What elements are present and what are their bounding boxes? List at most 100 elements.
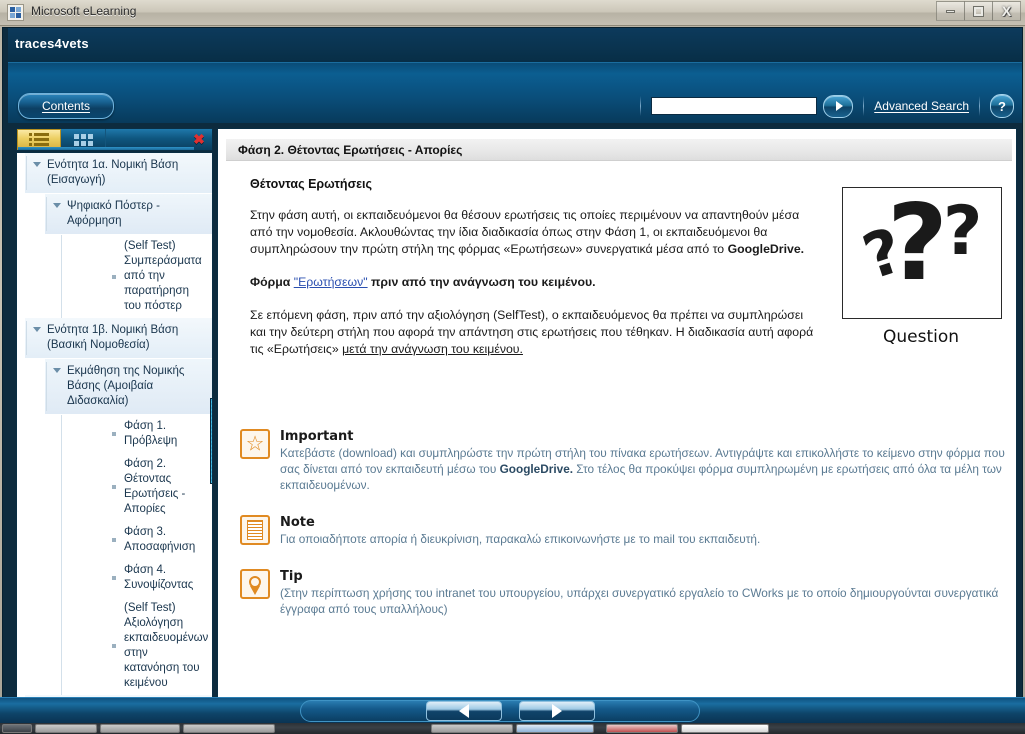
sidebar-progress-bar <box>18 147 194 150</box>
erotiseon-form-link[interactable]: "Ερωτήσεων" <box>294 275 368 289</box>
callout-body: Important Κατεβάστε (download) και συμπλη… <box>280 429 1010 493</box>
content-title-bar: Φάση 2. Θέτοντας Ερωτήσεις - Απορίες <box>226 139 1012 161</box>
callout-body: Note Για οποιαδήποτε απορία ή διευκρίνιση… <box>280 515 1010 547</box>
elearning-window: traces4vets Contents Advanced Search ? ✖… <box>2 27 1023 715</box>
paragraph-2-suffix: πριν από την ανάγνωση του κειμένου. <box>367 275 596 289</box>
search-submit-button[interactable] <box>823 94 854 118</box>
sidebar-tree-item-label: Ενότητα 1β. Νομική Βάση (Βασική Νομοθεσί… <box>47 324 179 351</box>
search-input[interactable] <box>651 97 818 115</box>
chevron-down-icon <box>33 162 41 167</box>
minimize-button[interactable] <box>936 1 965 21</box>
sidebar-tree-item[interactable]: Φάση 2. Θέτοντας Ερωτήσεις - Απορίες <box>106 453 212 521</box>
os-taskbar <box>0 723 1025 734</box>
sidebar-tree-item-label: Φάση 2. Θέτοντας Ερωτήσεις - Απορίες <box>124 458 186 515</box>
divider <box>863 96 865 116</box>
taskbar-gap <box>278 724 428 733</box>
paragraph-3: Σε επόμενη φάση, πριν από την αξιολόγηση… <box>250 307 815 358</box>
sidebar-tree-item-label: Φάση 3. Αποσαφήνιση <box>124 526 196 553</box>
tree-scrollbar-thumb[interactable] <box>210 398 212 484</box>
question-mark-large-icon: ? <box>887 187 948 304</box>
previous-page-button[interactable] <box>426 701 502 721</box>
paragraph-2: Φόρμα "Ερωτήσεων" πριν από την ανάγνωση … <box>250 274 815 291</box>
sidebar-tree-item[interactable]: Ενότητα 1α. Νομική Βάση (Εισαγωγή) <box>25 153 212 194</box>
question-image-caption: Question <box>882 327 960 347</box>
callout-title: Tip <box>280 569 303 584</box>
sidebar-tree-item[interactable]: Ψηφιακό Πόστερ - Αφόρμηση <box>45 194 212 235</box>
app-toolbar: Contents Advanced Search ? <box>8 62 1022 123</box>
lightbulb-stem-icon <box>250 586 260 595</box>
taskbar-item[interactable] <box>516 724 594 733</box>
callout-text: Για οποιαδήποτε απορία ή διευκρίνιση, πα… <box>280 531 1010 547</box>
paragraph-2-prefix: Φόρμα <box>250 275 294 289</box>
sidebar-tree-item[interactable]: Εκμάθηση της Νομικής Βάσης (Αμοιβαία Διδ… <box>45 359 212 415</box>
sidebar-tree-item-label: (Self Test) Συμπεράσματα από την παρατήρ… <box>124 240 202 312</box>
bullet-icon <box>112 274 116 279</box>
callout-note: Note Για οποιαδήποτε απορία ή διευκρίνιση… <box>240 515 1010 547</box>
taskbar-item[interactable] <box>35 724 97 733</box>
star-icon: ☆ <box>245 432 265 456</box>
taskbar-item[interactable] <box>606 724 678 733</box>
bullet-icon <box>112 485 116 489</box>
chevron-down-icon <box>53 368 61 373</box>
content-inner: Θέτοντας Ερωτήσεις Στην φάση αυτή, οι εκ… <box>218 169 1016 714</box>
contents-button[interactable]: Contents <box>18 93 114 119</box>
close-x-icon: ✖ <box>193 131 205 147</box>
app-tiles-icon <box>7 4 24 21</box>
sidebar-tree-item-label: Φάση 1. Πρόβλεψη <box>124 420 178 447</box>
divider <box>979 96 980 116</box>
minimize-icon <box>946 9 955 13</box>
callout-text: (Στην περίπτωση χρήσης του intranet του … <box>280 585 1010 617</box>
bullet-icon <box>112 538 116 542</box>
maximize-icon <box>974 6 983 16</box>
search-area: Advanced Search ? <box>630 94 1014 118</box>
sidebar-tree-item[interactable]: Ενότητα 1β. Νομική Βάση (Βασική Νομοθεσί… <box>25 318 212 359</box>
bullet-icon <box>112 576 116 580</box>
taskbar-item[interactable] <box>681 724 769 733</box>
maximize-button[interactable] <box>964 1 993 21</box>
next-page-button[interactable] <box>519 701 595 721</box>
previous-arrow-icon <box>459 704 469 718</box>
callout-icon-box: ☆ <box>240 429 270 459</box>
tree-subgroup: Φάση 1. Πρόβλεψη Φάση 2. Θέτοντας Ερωτήσε… <box>61 415 212 695</box>
question-mark-small-right-icon: ? <box>943 192 983 271</box>
question-mark-icon: ? <box>998 98 1006 114</box>
sidebar-tree-item-label: Ψηφιακό Πόστερ - Αφόρμηση <box>67 200 160 227</box>
window-title-bar: Microsoft eLearning X <box>0 0 1025 26</box>
question-image-frame: ? ? ? <box>842 187 1002 319</box>
help-button[interactable]: ? <box>990 94 1014 118</box>
callout-text-a: (Στην περίπτωση χρήσης του intranet του … <box>280 586 999 616</box>
callout-title: Note <box>280 515 315 530</box>
paragraph-1-bold: GoogleDrive. <box>727 242 805 256</box>
bullet-icon <box>112 432 116 436</box>
callout-important: ☆ Important Κατεβάστε (download) και συμπλ… <box>240 429 1010 493</box>
callouts-list: ☆ Important Κατεβάστε (download) και συμπλ… <box>240 429 1010 639</box>
sidebar-tree-item[interactable]: Φάση 1. Πρόβλεψη <box>106 415 212 453</box>
close-button[interactable]: X <box>992 1 1021 21</box>
bottom-navigation-bar <box>0 697 1025 724</box>
taskbar-item[interactable] <box>183 724 275 733</box>
callout-text: Κατεβάστε (download) και συμπληρώστε την… <box>280 445 1010 493</box>
taskbar-item[interactable] <box>100 724 180 733</box>
contents-tree: Ενότητα 1α. Νομική Βάση (Εισαγωγή) Ψηφιακ… <box>17 153 212 714</box>
sidebar-tree-item[interactable]: Φάση 3. Αποσαφήνιση <box>106 521 212 559</box>
sidebar-tree-item[interactable]: Φάση 4. Συνοψίζοντας <box>106 559 212 597</box>
contents-tree-panel[interactable]: Ενότητα 1α. Νομική Βάση (Εισαγωγή) Ψηφιακ… <box>16 152 213 714</box>
taskbar-start-button[interactable] <box>2 724 32 733</box>
callout-title: Important <box>280 429 354 444</box>
next-arrow-icon <box>552 704 562 718</box>
callout-text-a: Για οποιαδήποτε απορία ή διευκρίνιση, πα… <box>280 532 761 546</box>
callout-icon-box <box>240 569 270 599</box>
application-screenshot: Microsoft eLearning X traces4vets Conten… <box>0 0 1025 734</box>
paragraph-3-underlined: μετά την ανάγνωση του κειμένου. <box>342 342 523 356</box>
advanced-search-link[interactable]: Advanced Search <box>874 99 969 113</box>
callout-icon-box <box>240 515 270 545</box>
sidebar-tree-item-label: Εκμάθηση της Νομικής Βάσης (Αμοιβαία Διδ… <box>67 365 185 407</box>
sidebar-tree-item[interactable]: (Self Test) Αξιολόγηση εκπαιδευομένων στ… <box>106 597 212 695</box>
sidebar: ✖ Ενότητα 1α. Νομική Βάση (Εισαγωγή) Ψηφι… <box>16 128 213 714</box>
callout-tip: Tip (Στην περίπτωση χρήσης του intranet … <box>240 569 1010 617</box>
bullet-icon <box>112 644 116 648</box>
content-panel: Φάση 2. Θέτοντας Ερωτήσεις - Απορίες Θέτ… <box>217 128 1017 714</box>
page-title: Φάση 2. Θέτοντας Ερωτήσεις - Απορίες <box>238 142 463 157</box>
taskbar-item[interactable] <box>431 724 513 733</box>
sidebar-tree-item[interactable]: (Self Test) Συμπεράσματα από την παρατήρ… <box>106 235 212 318</box>
